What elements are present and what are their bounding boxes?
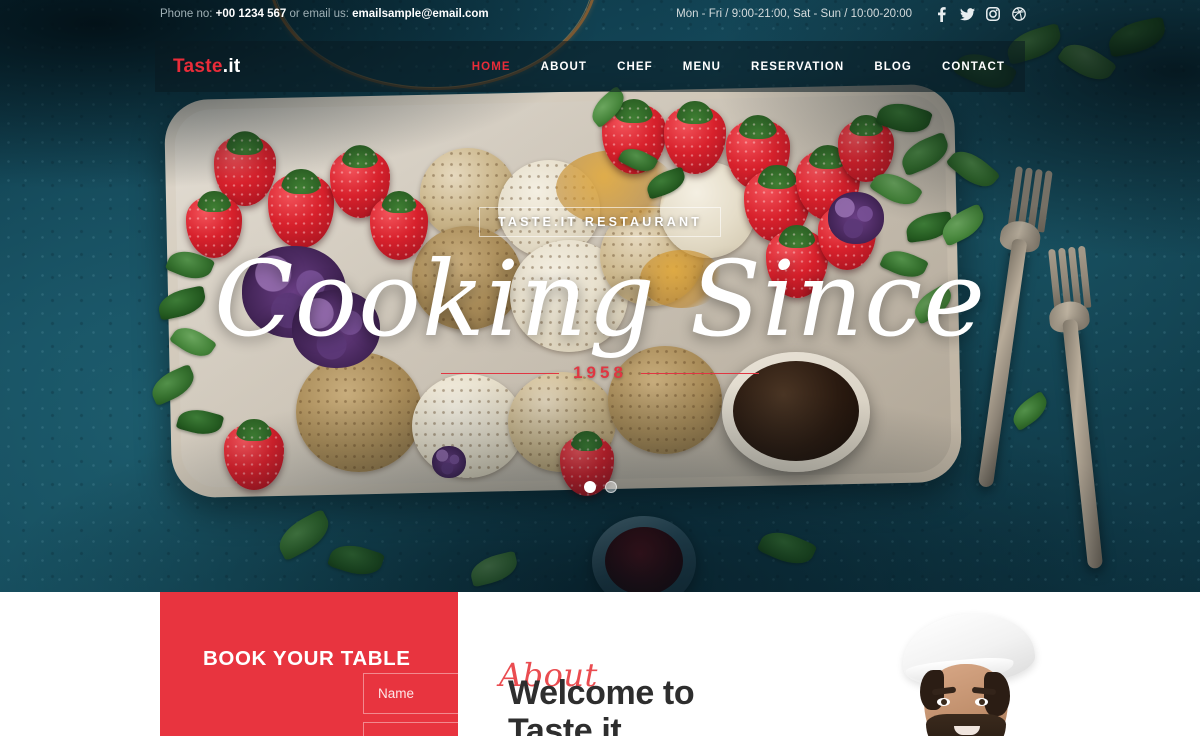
phone-label: Phone no:: [160, 8, 213, 20]
about-section: About Welcome to Taste.it: [498, 592, 918, 736]
contact-info: Phone no: +00 1234 567 or email us: emai…: [160, 8, 489, 20]
nav-item-menu[interactable]: MENU: [683, 61, 721, 73]
chef-pupil-left: [941, 699, 947, 705]
nav-item-chef[interactable]: CHEF: [617, 61, 653, 73]
logo-secondary: .it: [222, 55, 241, 77]
twitter-icon[interactable]: [954, 3, 980, 25]
email-address[interactable]: emailsample@email.com: [352, 8, 489, 20]
site-header: Taste.it HOME ABOUT CHEF MENU RESERVATIO…: [155, 41, 1025, 92]
slider-dot-2[interactable]: [604, 481, 617, 493]
logo-primary: Taste: [173, 55, 223, 77]
chef-pupil-right: [979, 699, 985, 705]
nav-item-reservation[interactable]: RESERVATION: [751, 61, 844, 73]
about-heading-line1: Welcome to: [508, 674, 695, 712]
nav-item-home[interactable]: HOME: [472, 61, 511, 73]
nav-item-about[interactable]: ABOUT: [541, 61, 587, 73]
instagram-icon[interactable]: [980, 3, 1006, 25]
top-info-bar: Phone no: +00 1234 567 or email us: emai…: [0, 0, 1200, 28]
opening-hours: Mon - Fri / 9:00-21:00, Sat - Sun / 10:0…: [676, 8, 912, 20]
slider-dot-1[interactable]: [583, 481, 596, 493]
phone-number[interactable]: +00 1234 567: [216, 8, 287, 20]
slider-pagination: [0, 481, 1200, 493]
site-logo[interactable]: Taste.it: [173, 56, 241, 78]
email-connector: or email us:: [289, 8, 349, 20]
chef-photo: [880, 598, 1080, 736]
hours-and-social: Mon - Fri / 9:00-21:00, Sat - Sun / 10:0…: [676, 3, 1032, 25]
dribbble-icon[interactable]: [1006, 3, 1032, 25]
main-navigation: HOME ABOUT CHEF MENU RESERVATION BLOG CO…: [472, 61, 1005, 73]
lower-section: BOOK YOUR TABLE About Welcome to Taste.i…: [0, 592, 1200, 736]
about-heading-line2: Taste.it: [508, 712, 622, 736]
restaurant-landing-page: Phone no: +00 1234 567 or email us: emai…: [0, 0, 1200, 736]
booking-heading: BOOK YOUR TABLE: [203, 647, 411, 670]
booking-panel: BOOK YOUR TABLE: [160, 592, 578, 736]
facebook-icon[interactable]: [928, 3, 954, 25]
nav-item-blog[interactable]: BLOG: [874, 61, 912, 73]
nav-item-contact[interactable]: CONTACT: [942, 61, 1005, 73]
